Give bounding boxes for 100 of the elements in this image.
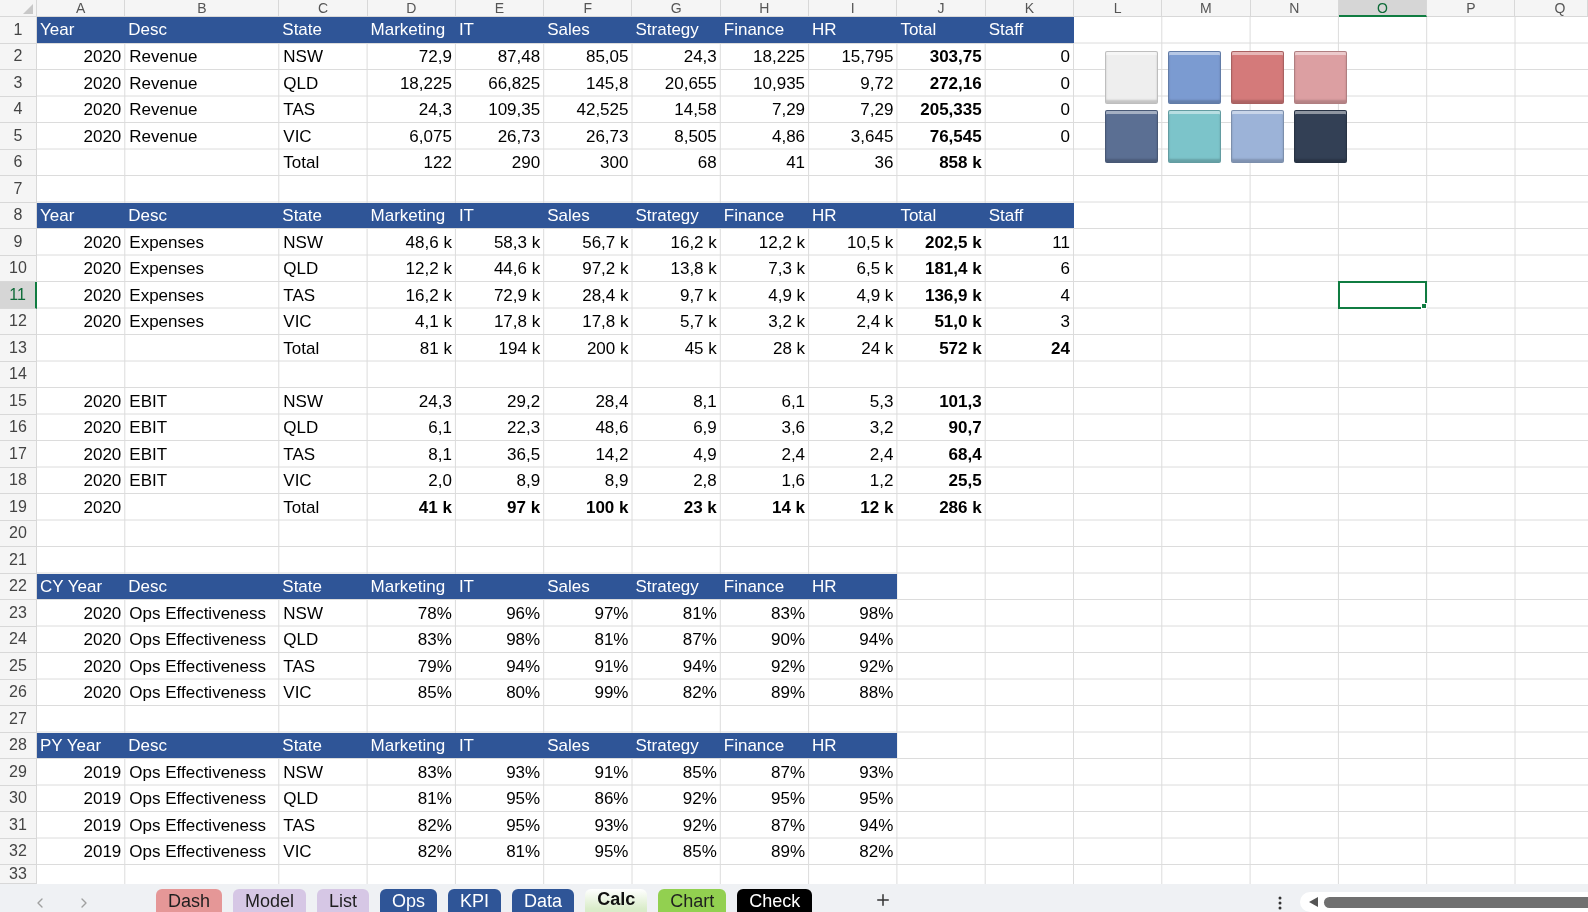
- sheet-tab[interactable]: Calc: [585, 889, 648, 912]
- row-header[interactable]: 18: [0, 467, 37, 494]
- table-cell-text: Ops Effectiveness: [128, 788, 267, 811]
- sheet-tab[interactable]: Dash: [156, 889, 223, 912]
- row-header[interactable]: 19: [0, 494, 37, 521]
- row-header[interactable]: 2: [0, 43, 37, 70]
- table-cell-text: 85,05: [584, 46, 630, 69]
- row-header[interactable]: 20: [0, 520, 37, 547]
- sheet-tab[interactable]: List: [317, 889, 370, 912]
- row-header[interactable]: 26: [0, 679, 37, 706]
- table-cell-text: 2020: [82, 629, 123, 652]
- column-header[interactable]: E: [455, 0, 545, 17]
- column-header[interactable]: L: [1073, 0, 1163, 17]
- row-header[interactable]: 15: [0, 388, 37, 415]
- row-header[interactable]: 29: [0, 759, 37, 786]
- table-cell-text: 2020: [82, 311, 123, 334]
- row-header[interactable]: 21: [0, 547, 37, 574]
- table-cell-text: 92%: [681, 788, 718, 811]
- row-header[interactable]: 5: [0, 123, 37, 150]
- column-header[interactable]: D: [367, 0, 456, 17]
- sheet-tab[interactable]: Data: [512, 889, 575, 912]
- row-header[interactable]: 32: [0, 838, 37, 865]
- table-cell-text: VIC: [282, 841, 313, 864]
- row-header[interactable]: 13: [0, 335, 37, 362]
- table-cell-text: 11: [1051, 231, 1071, 254]
- row-header[interactable]: 9: [0, 229, 37, 256]
- vertical-dots-icon[interactable]: [1278, 896, 1282, 910]
- row-header[interactable]: 31: [0, 812, 37, 839]
- row-header[interactable]: 23: [0, 600, 37, 627]
- table-cell-text: 2020: [82, 125, 123, 148]
- horizontal-scrollbar[interactable]: [1300, 892, 1588, 912]
- table-cell-text: Ops Effectiveness: [128, 814, 267, 837]
- table-cell-text: 8,1: [692, 390, 718, 413]
- row-header[interactable]: 1: [0, 17, 37, 44]
- sheet-tab[interactable]: Model: [233, 889, 307, 912]
- column-header[interactable]: G: [632, 0, 721, 17]
- column-header[interactable]: K: [985, 0, 1074, 17]
- column-header[interactable]: F: [544, 0, 633, 17]
- row-header[interactable]: 4: [0, 96, 37, 123]
- column-header[interactable]: I: [809, 0, 898, 17]
- column-header[interactable]: C: [279, 0, 368, 17]
- sheet-tab[interactable]: Chart: [658, 889, 727, 912]
- column-header[interactable]: P: [1427, 0, 1516, 17]
- row-header[interactable]: 27: [0, 706, 37, 733]
- table-cell-text: 5,7 k: [678, 311, 718, 334]
- row-header[interactable]: 30: [0, 785, 37, 812]
- row-header[interactable]: 22: [0, 573, 37, 600]
- table-cell-text: Expenses: [128, 231, 205, 254]
- scrollbar-thumb[interactable]: [1324, 896, 1588, 908]
- table-cell-text: 24,3: [417, 99, 453, 122]
- fill-handle[interactable]: [1421, 302, 1428, 309]
- table-cell-text: Total: [282, 337, 321, 360]
- table-cell-text: 94%: [681, 655, 718, 678]
- column-header[interactable]: N: [1250, 0, 1339, 17]
- row-header[interactable]: 24: [0, 626, 37, 653]
- triangle-left-icon[interactable]: [1309, 897, 1318, 907]
- row-header[interactable]: 17: [0, 441, 37, 468]
- column-header[interactable]: Q: [1515, 0, 1588, 17]
- row-header[interactable]: 3: [0, 70, 37, 97]
- column-header[interactable]: M: [1162, 0, 1251, 17]
- table-cell-text: 97%: [593, 602, 630, 625]
- table-cell-text: 98%: [505, 629, 542, 652]
- table-cell-text: 8,9: [515, 470, 542, 493]
- sheet-tab[interactable]: KPI: [448, 889, 502, 912]
- row-header[interactable]: 8: [0, 202, 37, 229]
- table-cell-text: 87%: [770, 814, 807, 837]
- column-header[interactable]: H: [720, 0, 810, 17]
- table-cell-text: 2020: [82, 417, 123, 440]
- table-cell-text: 48,6 k: [404, 231, 453, 254]
- row-header[interactable]: 33: [0, 865, 37, 884]
- table-cell-text: 16,2 k: [404, 284, 453, 307]
- row-header[interactable]: 25: [0, 653, 37, 680]
- table-header-cell: Marketing: [367, 17, 456, 44]
- table-cell-text: 145,8: [584, 72, 630, 95]
- table-cell-text: 6,1: [427, 417, 453, 440]
- table-cell-text: VIC: [282, 682, 313, 705]
- table-header-cell: Strategy: [632, 573, 721, 600]
- row-header[interactable]: 16: [0, 414, 37, 441]
- table-cell-text: 1,6: [780, 470, 807, 493]
- row-header[interactable]: 14: [0, 361, 37, 388]
- table-cell-text: 41: [785, 152, 807, 175]
- table-cell-text: 78%: [416, 602, 453, 625]
- row-header[interactable]: 12: [0, 308, 37, 335]
- column-header[interactable]: O: [1338, 0, 1428, 17]
- row-header[interactable]: 10: [0, 255, 37, 282]
- table-cell-text: Revenue: [128, 72, 199, 95]
- table-cell-text: 12,2 k: [404, 258, 453, 281]
- table-cell-text: TAS: [282, 814, 317, 837]
- table-cell-text: 89%: [770, 682, 807, 705]
- row-header[interactable]: 11: [0, 282, 37, 309]
- sheet-tab[interactable]: Check: [737, 889, 813, 912]
- table-cell-text: Revenue: [128, 99, 199, 122]
- row-header[interactable]: 28: [0, 732, 37, 759]
- column-header[interactable]: A: [37, 0, 126, 17]
- column-header[interactable]: J: [897, 0, 986, 17]
- table-header-cell: IT: [455, 202, 545, 229]
- sheet-tab[interactable]: Ops: [380, 889, 438, 912]
- table-cell-text: 48,6: [594, 417, 630, 440]
- row-header[interactable]: 6: [0, 149, 37, 176]
- column-header[interactable]: B: [125, 0, 280, 17]
